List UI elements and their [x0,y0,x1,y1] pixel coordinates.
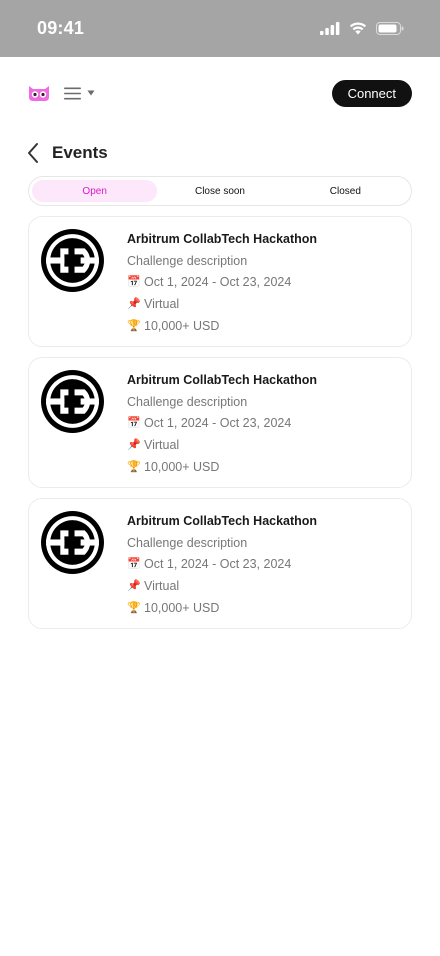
pushpin-icon: 📌 [127,298,141,310]
event-dates-text: Oct 1, 2024 - Oct 23, 2024 [144,416,292,430]
event-location: 📌 Virtual [127,437,317,454]
hackathon-logo-icon [41,229,104,292]
event-location-text: Virtual [144,297,180,311]
caret-down-icon [87,90,95,96]
event-prize: 🏆 10,000+ USD [127,459,317,476]
pushpin-icon: 📌 [127,580,141,592]
wifi-icon [349,22,367,35]
event-title: Arbitrum CollabTech Hackathon [127,373,318,387]
event-title: Arbitrum CollabTech Hackathon [127,514,318,528]
trophy-icon: 🏆 [127,602,141,614]
event-card[interactable]: Arbitrum CollabTech Hackathon Challenge … [28,498,412,629]
connect-button[interactable]: Connect [331,79,412,107]
event-card[interactable]: Arbitrum CollabTech Hackathon Challenge … [28,216,412,347]
event-info: Arbitrum CollabTech Hackathon Challenge … [127,372,317,476]
event-dates: 📅 Oct 1, 2024 - Oct 23, 2024 [127,556,317,573]
event-prize-text: 10,000+ USD [144,460,220,474]
event-prize-text: 10,000+ USD [144,319,220,333]
event-description: Challenge description [127,254,248,268]
event-description: Challenge description [127,395,248,409]
event-dates: 📅 Oct 1, 2024 - Oct 23, 2024 [127,274,317,291]
tab-close-soon[interactable]: Close soon [157,180,282,202]
hackathon-logo-icon [41,511,104,574]
hamburger-menu-icon [64,87,81,99]
event-info: Arbitrum CollabTech Hackathon Challenge … [127,513,317,617]
status-icons [320,22,404,35]
calendar-icon: 📅 [127,276,141,288]
menu-button[interactable] [64,87,95,100]
event-prize: 🏆 10,000+ USD [127,600,317,617]
event-prize: 🏆 10,000+ USD [127,318,317,335]
event-title: Arbitrum CollabTech Hackathon [127,232,318,246]
event-dates: 📅 Oct 1, 2024 - Oct 23, 2024 [127,415,317,432]
event-location: 📌 Virtual [127,296,317,313]
chevron-left-icon[interactable] [26,142,40,164]
tab-closed[interactable]: Closed [283,180,408,202]
calendar-icon: 📅 [127,558,141,570]
tab-open[interactable]: Open [32,180,158,202]
cellular-signal-icon [320,22,340,35]
event-location: 📌 Virtual [127,578,317,595]
status-bar: 09:41 [0,0,440,57]
app-header: Connect [0,57,440,129]
pushpin-icon: 📌 [127,439,141,451]
hackathon-logo-icon [41,370,104,433]
event-status-tabs: Open Close soon Closed [28,176,412,206]
trophy-icon: 🏆 [127,320,141,332]
event-info: Arbitrum CollabTech Hackathon Challenge … [127,231,317,335]
event-dates-text: Oct 1, 2024 - Oct 23, 2024 [144,557,292,571]
event-card[interactable]: Arbitrum CollabTech Hackathon Challenge … [28,357,412,488]
page-title-row: Events [26,140,108,166]
event-location-text: Virtual [144,579,180,593]
event-location-text: Virtual [144,438,180,452]
status-time: 09:41 [37,18,85,38]
event-description: Challenge description [127,536,248,550]
trophy-icon: 🏆 [127,461,141,473]
event-prize-text: 10,000+ USD [144,601,220,615]
owl-logo-icon[interactable] [28,84,50,102]
event-dates-text: Oct 1, 2024 - Oct 23, 2024 [144,275,292,289]
page-title: Events [52,143,108,162]
battery-icon [376,22,404,35]
calendar-icon: 📅 [127,417,141,429]
